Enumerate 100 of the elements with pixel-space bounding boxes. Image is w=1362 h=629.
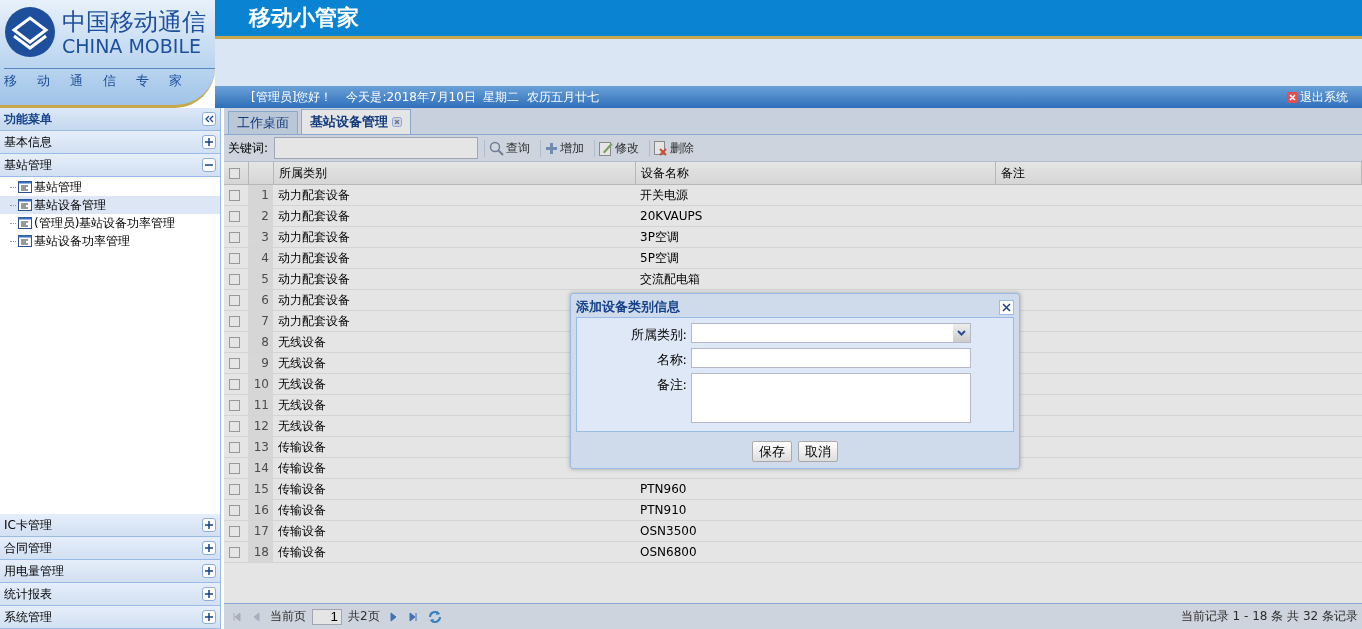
row-checkbox[interactable] xyxy=(229,189,240,201)
table-cell: 动力配套设备 xyxy=(273,226,635,248)
expand-button[interactable] xyxy=(202,610,216,624)
accordion-header[interactable]: IC卡管理 xyxy=(0,514,220,537)
expand-button[interactable] xyxy=(202,587,216,601)
column-header[interactable]: 所属类别 xyxy=(273,162,635,185)
table-cell: 动力配套设备 xyxy=(273,268,635,290)
row-checkbox[interactable] xyxy=(229,420,240,432)
logout-link[interactable]: 退出系统 xyxy=(1287,88,1348,106)
double-chevron-icon xyxy=(204,115,214,123)
list-icon xyxy=(18,217,32,229)
dialog-button[interactable]: 保存 xyxy=(752,441,792,462)
row-number: 16 xyxy=(248,499,273,521)
table-cell: 动力配套设备 xyxy=(273,247,635,269)
row-number: 4 xyxy=(248,247,273,269)
row-checkbox[interactable] xyxy=(229,462,240,474)
tree-item[interactable]: 基站设备管理 xyxy=(0,196,220,214)
row-number: 18 xyxy=(248,541,273,563)
section-label: 基站管理 xyxy=(4,156,52,174)
input-field[interactable] xyxy=(691,348,971,368)
expand-button[interactable] xyxy=(202,541,216,555)
close-icon[interactable] xyxy=(392,117,402,127)
first-page-button[interactable] xyxy=(230,611,244,622)
row-number: 10 xyxy=(248,373,273,395)
list-icon xyxy=(18,235,32,247)
row-number: 1 xyxy=(248,184,273,206)
table-cell: 开关电源 xyxy=(635,184,995,206)
row-number: 8 xyxy=(248,331,273,353)
tab[interactable]: 工作桌面 xyxy=(228,111,298,134)
accordion-header[interactable]: 合同管理 xyxy=(0,537,220,560)
logo-text: 中国移动通信 xyxy=(62,8,206,36)
delete-icon xyxy=(654,140,669,156)
row-number: 14 xyxy=(248,457,273,479)
tree-item[interactable]: 基站管理 xyxy=(0,178,220,196)
row-number: 6 xyxy=(248,289,273,311)
row-checkbox[interactable] xyxy=(229,252,240,264)
app-title: 移动小管家 xyxy=(249,4,359,32)
close-button[interactable] xyxy=(999,299,1014,315)
plus-icon xyxy=(205,544,213,552)
accordion-header[interactable]: 用电量管理 xyxy=(0,560,220,583)
tree-item[interactable]: (管理员)基站设备功率管理 xyxy=(0,214,220,232)
edit-icon xyxy=(599,140,614,156)
row-checkbox[interactable] xyxy=(229,441,240,453)
table-cell: 传输设备 xyxy=(273,541,635,563)
row-number: 5 xyxy=(248,268,273,290)
row-number: 17 xyxy=(248,520,273,542)
row-number: 7 xyxy=(248,310,273,332)
row-checkbox[interactable] xyxy=(229,273,240,285)
accordion-header[interactable]: 基本信息 xyxy=(0,131,220,154)
row-number: 2 xyxy=(248,205,273,227)
dialog-button[interactable]: 取消 xyxy=(798,441,838,462)
plus-icon xyxy=(205,567,213,575)
search-button[interactable]: 查询 xyxy=(484,139,535,157)
field-label: 名称: xyxy=(655,351,687,369)
column-header[interactable]: 设备名称 xyxy=(635,162,995,185)
collapse-sidebar-button[interactable] xyxy=(202,112,216,126)
table-cell: 动力配套设备 xyxy=(273,205,635,227)
keyword-label: 关键词: xyxy=(228,139,269,157)
keyword-field[interactable] xyxy=(274,137,479,159)
row-checkbox[interactable] xyxy=(229,357,240,369)
category-select[interactable] xyxy=(691,323,971,343)
tab[interactable]: 基站设备管理 xyxy=(301,109,411,134)
table-cell: 传输设备 xyxy=(273,520,635,542)
accordion-header[interactable]: 系统管理 xyxy=(0,606,220,629)
collapse-button[interactable] xyxy=(202,158,216,172)
row-checkbox[interactable] xyxy=(229,399,240,411)
add-button[interactable]: 增加 xyxy=(540,139,589,157)
row-checkbox[interactable] xyxy=(229,546,240,558)
row-number: 15 xyxy=(248,478,273,500)
table-cell: PTN910 xyxy=(635,499,995,521)
greeting: [管理员]您好！ xyxy=(251,88,333,106)
column-header[interactable]: 备注 xyxy=(995,162,1362,185)
row-number: 13 xyxy=(248,436,273,458)
table-cell: OSN6800 xyxy=(635,541,995,563)
row-checkbox[interactable] xyxy=(229,315,240,327)
tree-item[interactable]: 基站设备功率管理 xyxy=(0,232,220,250)
row-checkbox[interactable] xyxy=(229,231,240,243)
remark-field[interactable] xyxy=(691,373,971,423)
plus-icon xyxy=(545,141,559,155)
row-checkbox[interactable] xyxy=(229,504,240,516)
row-checkbox[interactable] xyxy=(229,294,240,306)
page-field[interactable]: 1 xyxy=(312,608,342,625)
close-icon xyxy=(1287,91,1298,103)
accordion-header[interactable]: 基站管理 xyxy=(0,154,220,177)
section-label: 统计报表 xyxy=(4,585,52,603)
expand-button[interactable] xyxy=(202,135,216,149)
row-checkbox[interactable] xyxy=(229,483,240,495)
row-checkbox[interactable] xyxy=(229,525,240,537)
accordion-header[interactable]: 统计报表 xyxy=(0,583,220,606)
select-all-checkbox[interactable] xyxy=(229,167,240,179)
row-checkbox[interactable] xyxy=(229,336,240,348)
expand-button[interactable] xyxy=(202,564,216,578)
edit-button[interactable]: 修改 xyxy=(594,139,644,157)
minus-icon xyxy=(205,161,213,169)
row-checkbox[interactable] xyxy=(229,378,240,390)
row-checkbox[interactable] xyxy=(229,210,240,222)
delete-button[interactable]: 删除 xyxy=(649,139,699,157)
expand-button[interactable] xyxy=(202,518,216,532)
sidebar-title: 功能菜单 xyxy=(4,110,52,128)
total-pages: 共2页 xyxy=(348,608,380,625)
